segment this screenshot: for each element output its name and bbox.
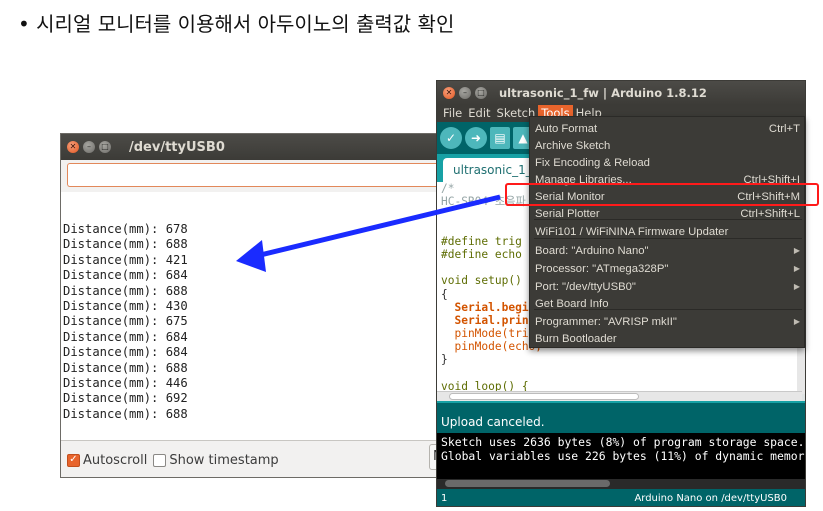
minimize-icon[interactable]: – (83, 141, 95, 153)
serial-output-line: Distance(mm): 688 (63, 237, 188, 252)
serial-output-line: Distance(mm): 684 (63, 329, 188, 344)
console-line: Sketch uses 2636 bytes (8%) of program s… (441, 435, 805, 449)
tools-menu-item-archive-sketch[interactable]: Archive Sketch (530, 137, 806, 154)
serial-monitor-title: /dev/ttyUSB0 (129, 139, 225, 155)
tools-menu-item-label: Port: "/dev/ttyUSB0" (535, 280, 636, 293)
autoscroll-checkbox[interactable]: ✓ (67, 453, 80, 467)
serial-output-line: Distance(mm): 675 (63, 314, 188, 329)
minimize-icon[interactable]: – (459, 87, 471, 99)
ide-console[interactable]: Sketch uses 2636 bytes (8%) of program s… (437, 433, 806, 479)
autoscroll-label[interactable]: Autoscroll (83, 453, 147, 468)
console-horizontal-scrollbar[interactable] (437, 479, 805, 489)
serial-output-line: Distance(mm): 446 (63, 376, 188, 391)
tools-menu-item-label: Auto Format (535, 122, 598, 135)
tools-menu-item-label: Burn Bootloader (535, 332, 617, 345)
editor-horizontal-scrollbar[interactable] (437, 391, 802, 401)
ide-titlebar[interactable]: ✕ – □ ultrasonic_1_fw | Arduino 1.8.12 (437, 81, 805, 105)
serial-output-text: Distance(mm): 678 Distance(mm): 688 Distan… (61, 222, 451, 423)
submenu-arrow-icon: ▶ (793, 246, 800, 255)
show-timestamp-checkbox[interactable] (153, 453, 167, 467)
serial-output-line: Distance(mm): 688 (63, 406, 188, 421)
tools-menu-item-shortcut: Ctrl+Shift+L (740, 207, 800, 220)
serial-monitor-window: ✕ – □ /dev/ttyUSB0 Distance(mm): 678 Dist… (60, 133, 452, 478)
serial-monitor-titlebar[interactable]: ✕ – □ /dev/ttyUSB0 (61, 134, 451, 160)
show-timestamp-label[interactable]: Show timestamp (169, 453, 278, 468)
tools-menu-item-label: Get Board Info (535, 297, 609, 310)
menu-edit[interactable]: Edit (465, 105, 493, 122)
serial-monitor-footer: ✓ Autoscroll Show timestamp (61, 440, 451, 477)
serial-output-line: Distance(mm): 430 (63, 299, 188, 314)
submenu-arrow-icon: ▶ (793, 264, 800, 273)
upload-button[interactable]: ➜ (465, 127, 487, 149)
tools-menu-item-auto-format[interactable]: Auto Format Ctrl+T (530, 120, 806, 137)
maximize-icon[interactable]: □ (99, 141, 111, 153)
tools-menu-item-serial-plotter[interactable]: Serial Plotter Ctrl+Shift+L (530, 205, 806, 222)
tools-menu-item-shortcut: Ctrl+T (768, 122, 800, 135)
ide-title: ultrasonic_1_fw | Arduino 1.8.12 (499, 86, 707, 100)
line-number: 1 (441, 493, 448, 504)
tools-menu-item-label: Serial Plotter (535, 207, 600, 220)
verify-button[interactable]: ✓ (440, 127, 462, 149)
submenu-arrow-icon: ▶ (793, 317, 800, 326)
new-sketch-button[interactable]: ▤ (490, 127, 510, 149)
tools-menu-item-burn-bootloader[interactable]: Burn Bootloader (530, 330, 806, 347)
tools-menu-item-label: Programmer: "AVRISP mkII" (535, 315, 677, 328)
tools-menu: Auto Format Ctrl+T Archive Sketch Fix Encod… (529, 116, 805, 348)
tools-menu-item-label: Fix Encoding & Reload (535, 156, 650, 169)
tools-menu-item-wifi101-wifinina-firmware-updater[interactable]: WiFi101 / WiFiNINA Firmware Updater (530, 223, 806, 240)
serial-output-line: Distance(mm): 688 (63, 283, 188, 298)
menu-file[interactable]: File (440, 105, 465, 122)
serial-output-line: Distance(mm): 421 (63, 252, 188, 267)
ide-status-message: Upload canceled. (437, 401, 805, 433)
serial-monitor-highlight (505, 183, 819, 206)
tools-menu-item-processor-atmega328p[interactable]: Processor: "ATmega328P" ▶ (530, 260, 806, 277)
close-icon[interactable]: ✕ (443, 87, 455, 99)
tools-menu-item-label: Processor: "ATmega328P" (535, 262, 669, 275)
submenu-arrow-icon: ▶ (793, 282, 800, 291)
tools-menu-item-get-board-info[interactable]: Get Board Info (530, 295, 806, 312)
serial-send-input[interactable] (67, 163, 451, 187)
serial-output-line: Distance(mm): 692 (63, 391, 188, 406)
tools-menu-item-label: WiFi101 / WiFiNINA Firmware Updater (535, 225, 729, 238)
serial-output-line: Distance(mm): 688 (63, 360, 188, 375)
ide-footer: 1 Arduino Nano on /dev/ttyUSB0 (437, 489, 805, 506)
code-line: } (441, 353, 448, 367)
serial-output-line: Distance(mm): 684 (63, 268, 188, 283)
tab-ultrasonic[interactable]: ultrasonic_1_fw (443, 158, 543, 182)
tools-menu-item-label: Board: "Arduino Nano" (535, 244, 649, 257)
tools-menu-item-board-arduino-nano[interactable]: Board: "Arduino Nano" ▶ (530, 242, 806, 259)
console-scroll-thumb[interactable] (445, 480, 610, 487)
tools-menu-item-fix-encoding-reload[interactable]: Fix Encoding & Reload (530, 154, 806, 171)
editor-scroll-thumb[interactable] (449, 393, 639, 400)
serial-output-line: Distance(mm): 678 (63, 222, 188, 236)
console-line: Global variables use 226 bytes (11%) of … (441, 449, 806, 463)
slide-title: • 시리얼 모니터를 이용해서 아두이노의 출력값 확인 (18, 12, 455, 36)
tools-menu-item-label: Archive Sketch (535, 139, 611, 152)
tools-menu-item-programmer-avrisp-mkii[interactable]: Programmer: "AVRISP mkII" ▶ (530, 313, 806, 330)
tools-menu-item-port-dev-ttyusb0[interactable]: Port: "/dev/ttyUSB0" ▶ (530, 278, 806, 295)
board-status: Arduino Nano on /dev/ttyUSB0 (634, 493, 787, 504)
close-icon[interactable]: ✕ (67, 141, 79, 153)
serial-output-line: Distance(mm): 684 (63, 345, 188, 360)
maximize-icon[interactable]: □ (475, 87, 487, 99)
